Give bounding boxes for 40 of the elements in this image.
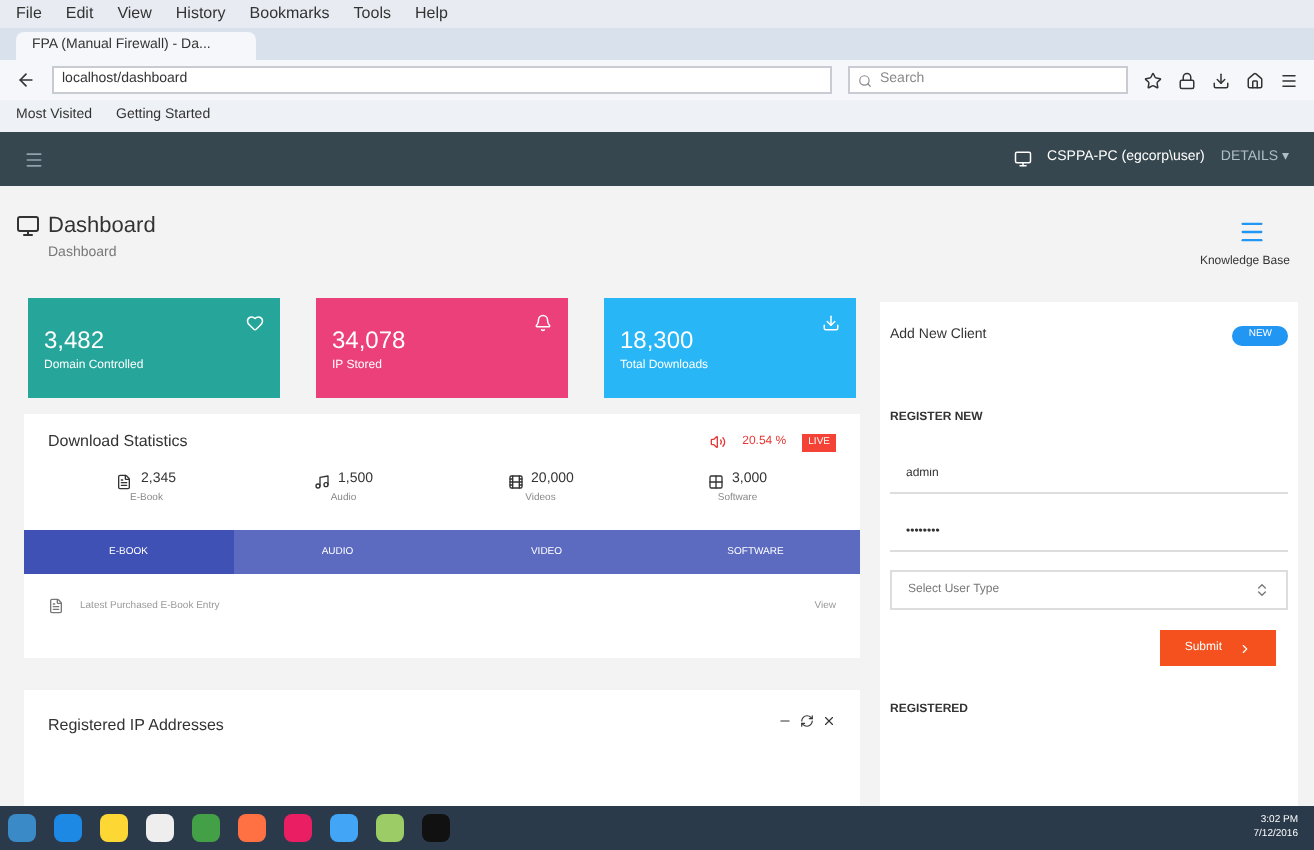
menu-item[interactable]: Bookmarks	[249, 2, 330, 26]
stat-icon	[116, 473, 133, 490]
home-icon[interactable]	[1246, 71, 1264, 89]
stat-icon	[507, 473, 524, 490]
monitor-icon	[16, 214, 40, 239]
menu-item[interactable]: History	[175, 2, 226, 26]
menu-item[interactable]: View	[117, 2, 152, 26]
search-icon	[858, 73, 872, 87]
taskbar-app-icon[interactable]	[376, 814, 404, 842]
chevron-right-icon	[1238, 641, 1252, 655]
taskbar-app-icon[interactable]	[238, 814, 266, 842]
menu-item[interactable]: Edit	[65, 2, 94, 26]
stat-value: 3,482	[44, 324, 105, 359]
page-title: Dashboard	[48, 212, 156, 242]
stat-value: 18,300	[620, 324, 694, 359]
lock-icon[interactable]	[1178, 71, 1196, 89]
updown-arrows-icon	[1254, 582, 1270, 598]
stat-value: 34,078	[332, 324, 406, 359]
stat-icon	[246, 314, 264, 333]
speaker-icon	[710, 434, 727, 451]
menu-item[interactable]: Help	[414, 2, 448, 26]
document-icon	[48, 598, 64, 615]
menu-icon[interactable]	[1280, 71, 1298, 89]
refresh-icon[interactable]	[800, 713, 814, 728]
taskbar-app-icon[interactable]	[330, 814, 358, 842]
back-icon[interactable]	[16, 70, 36, 90]
stat-icon	[313, 473, 330, 490]
panel-title: Download Statistics	[48, 430, 188, 455]
close-icon[interactable]	[822, 713, 836, 728]
monitor-icon	[1013, 150, 1032, 168]
taskbar-app-icon[interactable]	[146, 814, 174, 842]
menu-item[interactable]: File	[16, 2, 42, 26]
star-icon[interactable]	[1144, 71, 1162, 89]
stat-icon	[707, 473, 724, 490]
menu-item[interactable]: Tools	[353, 2, 391, 26]
taskbar-app-icon[interactable]	[100, 814, 128, 842]
download-icon[interactable]	[1212, 71, 1230, 89]
stat-icon	[534, 314, 552, 333]
stat-icon	[822, 314, 840, 333]
panel-title: Registered IP Addresses	[48, 713, 224, 738]
